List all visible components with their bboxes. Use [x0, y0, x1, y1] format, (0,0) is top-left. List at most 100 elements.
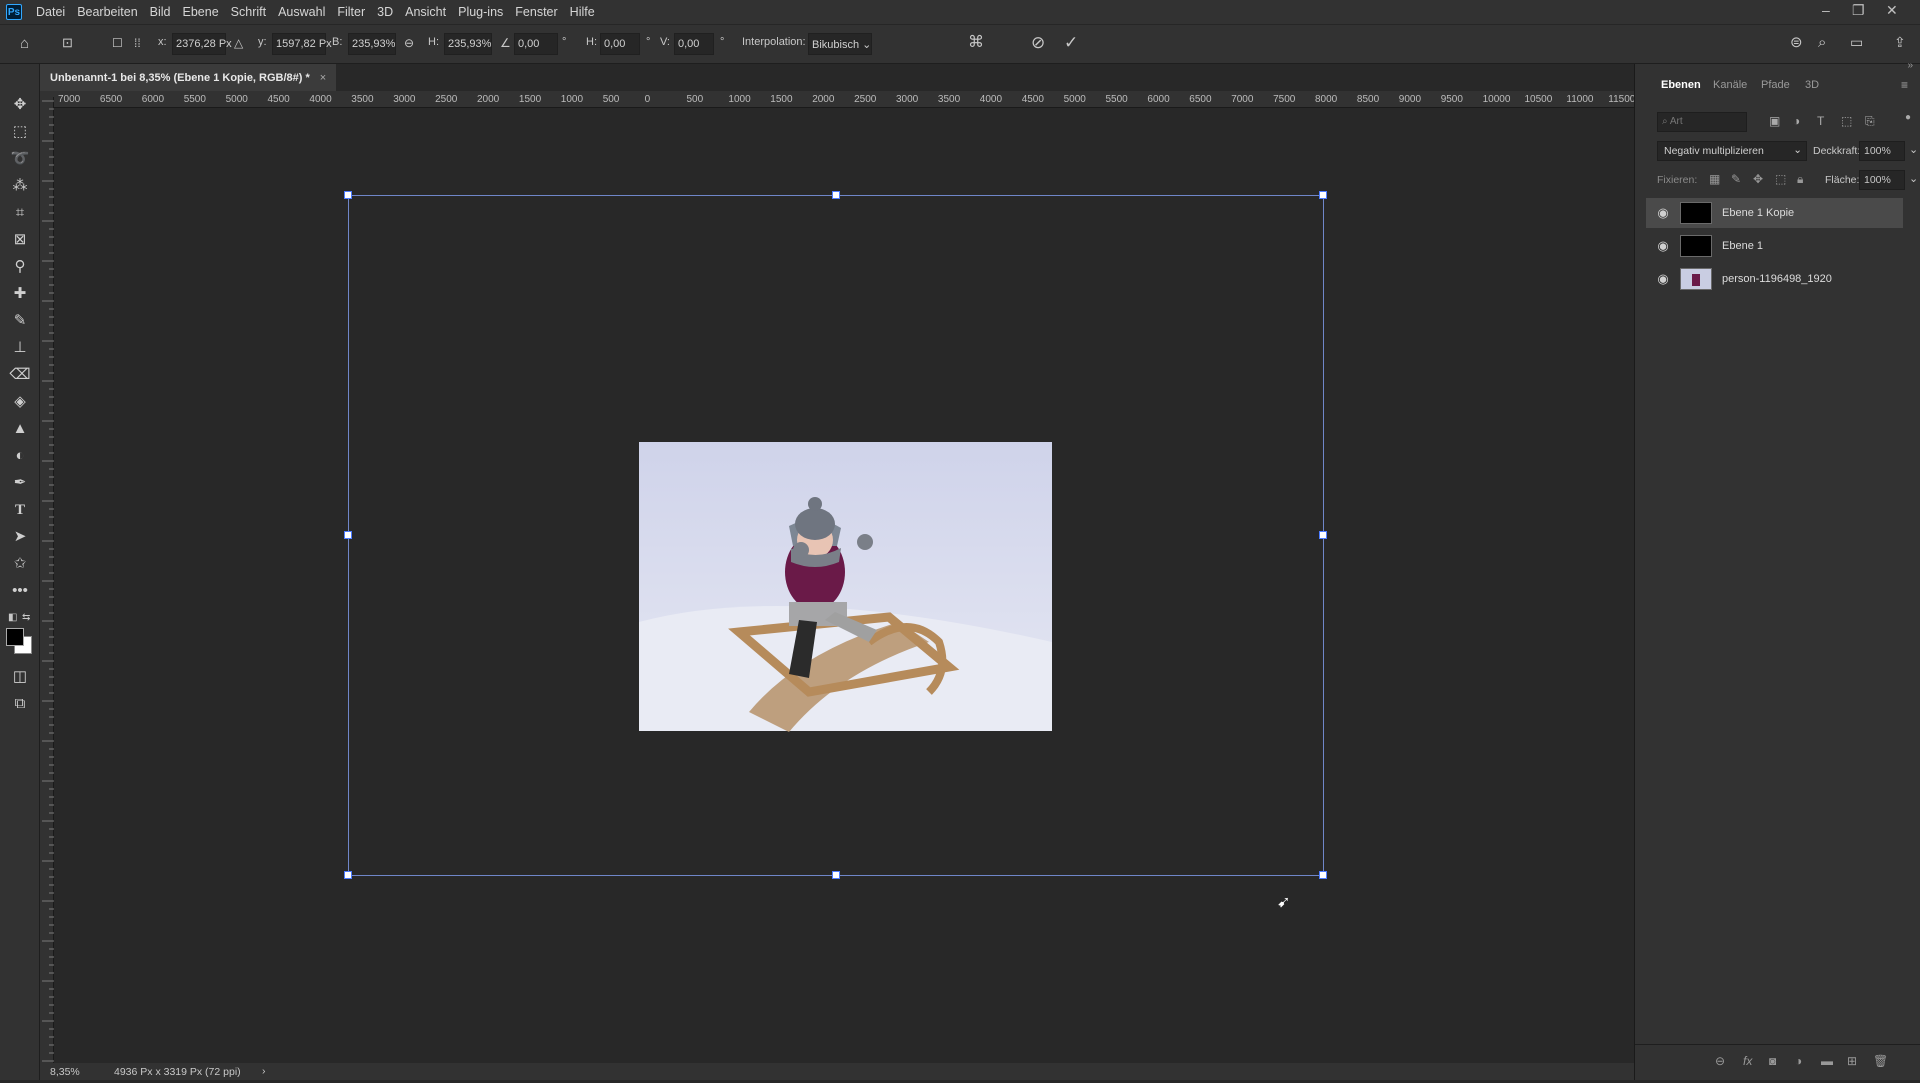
- layer-row[interactable]: ◉ Ebene 1 Kopie: [1646, 198, 1903, 228]
- search-icon[interactable]: ⌕: [1818, 35, 1826, 50]
- filter-adjustment-icon[interactable]: ◑: [1793, 114, 1800, 128]
- reference-point-toggle-icon[interactable]: ☐: [112, 37, 123, 49]
- menu-filter[interactable]: Filter: [331, 5, 371, 19]
- menu-bearbeiten[interactable]: Bearbeiten: [71, 5, 143, 19]
- layer-name[interactable]: Ebene 1 Kopie: [1722, 207, 1794, 219]
- menu-auswahl[interactable]: Auswahl: [272, 5, 331, 19]
- brush-tool-icon[interactable]: ✎: [9, 310, 31, 332]
- chevron-down-icon[interactable]: ⌄: [1909, 172, 1918, 185]
- adjustment-layer-icon[interactable]: ◑: [1795, 1054, 1802, 1068]
- width-field[interactable]: 235,93%: [348, 33, 396, 55]
- healing-brush-tool-icon[interactable]: ✚: [9, 283, 31, 305]
- paint-bucket-tool-icon[interactable]: ◈: [9, 391, 31, 413]
- magic-wand-tool-icon[interactable]: ⁂: [9, 175, 31, 197]
- restore-icon[interactable]: ❐: [1852, 2, 1865, 19]
- layer-row[interactable]: ◉ Ebene 1: [1646, 231, 1903, 261]
- tab-pfade[interactable]: Pfade: [1761, 79, 1790, 91]
- filter-smartobject-icon[interactable]: ⎘: [1865, 114, 1875, 129]
- frame-tool-icon[interactable]: ⊠: [9, 229, 31, 251]
- y-field[interactable]: 1597,82 Px: [272, 33, 332, 55]
- filter-pixel-icon[interactable]: ▣: [1769, 114, 1780, 128]
- workspace-icon[interactable]: ▭: [1850, 35, 1863, 49]
- marquee-tool-icon[interactable]: ⬚: [9, 121, 31, 143]
- swap-colors-icon[interactable]: ⇆: [22, 612, 30, 623]
- hskew-field[interactable]: 0,00: [600, 33, 640, 55]
- menu-3d[interactable]: 3D: [371, 5, 399, 19]
- warp-icon[interactable]: ⌘: [968, 35, 984, 51]
- transform-handle-top-center[interactable]: [832, 191, 840, 199]
- transform-handle-bottom-right[interactable]: [1319, 871, 1327, 879]
- x-field[interactable]: 2376,28 Px: [172, 33, 232, 55]
- transform-tool-icon[interactable]: ⊡: [62, 36, 73, 49]
- transform-handle-middle-right[interactable]: [1319, 531, 1327, 539]
- close-window-icon[interactable]: ✕: [1886, 2, 1898, 19]
- menu-ansicht[interactable]: Ansicht: [399, 5, 452, 19]
- tab-ebenen[interactable]: Ebenen: [1661, 79, 1701, 91]
- default-colors-icon[interactable]: ◧: [8, 612, 17, 623]
- menu-plugins[interactable]: Plug-ins: [452, 5, 509, 19]
- layer-row[interactable]: ◉ person-1196498_1920: [1646, 264, 1903, 294]
- filter-toggle-icon[interactable]: ●: [1905, 112, 1911, 123]
- more-tools-icon[interactable]: •••: [9, 580, 31, 602]
- status-menu-arrow[interactable]: ›: [262, 1065, 266, 1077]
- lock-pixels-icon[interactable]: ✎: [1731, 172, 1741, 186]
- eraser-tool-icon[interactable]: ⌫: [9, 364, 31, 386]
- filter-shape-icon[interactable]: ⬚: [1841, 114, 1852, 128]
- cancel-transform-icon[interactable]: ⊘: [1031, 34, 1045, 51]
- lock-position-icon[interactable]: ✥: [1753, 172, 1763, 186]
- layer-filter-search[interactable]: ⌕ Art: [1657, 112, 1747, 132]
- new-group-icon[interactable]: ▬: [1821, 1054, 1833, 1068]
- height-field[interactable]: 235,93%: [444, 33, 492, 55]
- vskew-field[interactable]: 0,00: [674, 33, 714, 55]
- link-layers-icon[interactable]: ⊖: [1715, 1054, 1725, 1068]
- menu-datei[interactable]: Datei: [30, 5, 71, 19]
- pen-tool-icon[interactable]: ✒: [9, 472, 31, 494]
- chevron-down-icon[interactable]: ⌄: [1909, 143, 1918, 156]
- transform-handle-top-left[interactable]: [344, 191, 352, 199]
- dodge-tool-icon[interactable]: ◐: [9, 445, 31, 467]
- link-icon[interactable]: ⊖: [404, 37, 414, 49]
- commit-transform-icon[interactable]: ✓: [1064, 34, 1078, 51]
- opacity-field[interactable]: 100%: [1859, 141, 1905, 161]
- move-tool-icon[interactable]: ✥: [9, 94, 31, 116]
- share-icon[interactable]: ⇪: [1894, 35, 1906, 49]
- type-tool-icon[interactable]: T: [9, 499, 31, 521]
- transform-handle-top-right[interactable]: [1319, 191, 1327, 199]
- delete-layer-icon[interactable]: 🗑︎: [1873, 1054, 1888, 1068]
- new-layer-icon[interactable]: ⊞: [1847, 1054, 1857, 1068]
- tab-3d[interactable]: 3D: [1805, 79, 1819, 91]
- zoom-level[interactable]: 8,35%: [50, 1066, 80, 1078]
- layer-style-icon[interactable]: fx: [1743, 1054, 1752, 1068]
- lock-all-icon[interactable]: 🔒︎: [1797, 172, 1803, 187]
- lock-transparent-icon[interactable]: ▦: [1709, 172, 1720, 186]
- transform-handle-bottom-left[interactable]: [344, 871, 352, 879]
- foreground-color-swatch[interactable]: [6, 628, 24, 646]
- menu-fenster[interactable]: Fenster: [509, 5, 563, 19]
- tab-kanaele[interactable]: Kanäle: [1713, 79, 1747, 91]
- interpolation-select[interactable]: Bikubisch ⌄: [808, 33, 872, 55]
- screen-mode-icon[interactable]: ⧉: [9, 693, 31, 715]
- fill-field[interactable]: 100%: [1859, 170, 1905, 190]
- stamp-tool-icon[interactable]: ⊥: [9, 337, 31, 359]
- menu-ebene[interactable]: Ebene: [177, 5, 225, 19]
- home-icon[interactable]: ⌂: [20, 36, 29, 51]
- shape-tool-icon[interactable]: ✩: [9, 553, 31, 575]
- lock-artboard-icon[interactable]: ⬚: [1775, 172, 1786, 186]
- photoshop-logo[interactable]: Ps: [6, 4, 22, 20]
- collapse-panels-icon[interactable]: »: [1643, 60, 1913, 71]
- discover-icon[interactable]: ⊜: [1790, 35, 1803, 50]
- close-tab-icon[interactable]: ×: [320, 72, 326, 84]
- menu-schrift[interactable]: Schrift: [225, 5, 272, 19]
- reference-point-grid-icon[interactable]: ⁞⁞: [134, 37, 141, 49]
- crop-tool-icon[interactable]: ⌗: [9, 202, 31, 224]
- transform-handle-middle-left[interactable]: [344, 531, 352, 539]
- minimize-icon[interactable]: –: [1822, 2, 1830, 18]
- document-tab[interactable]: Unbenannt-1 bei 8,35% (Ebene 1 Kopie, RG…: [40, 64, 337, 91]
- quick-mask-icon[interactable]: ◫: [9, 666, 31, 688]
- visibility-eye-icon[interactable]: ◉: [1656, 205, 1670, 221]
- layer-name[interactable]: Ebene 1: [1722, 240, 1763, 252]
- relative-position-icon[interactable]: △: [234, 37, 243, 49]
- menu-bild[interactable]: Bild: [144, 5, 177, 19]
- blur-tool-icon[interactable]: ▲: [9, 418, 31, 440]
- eyedropper-tool-icon[interactable]: ⚲: [9, 256, 31, 278]
